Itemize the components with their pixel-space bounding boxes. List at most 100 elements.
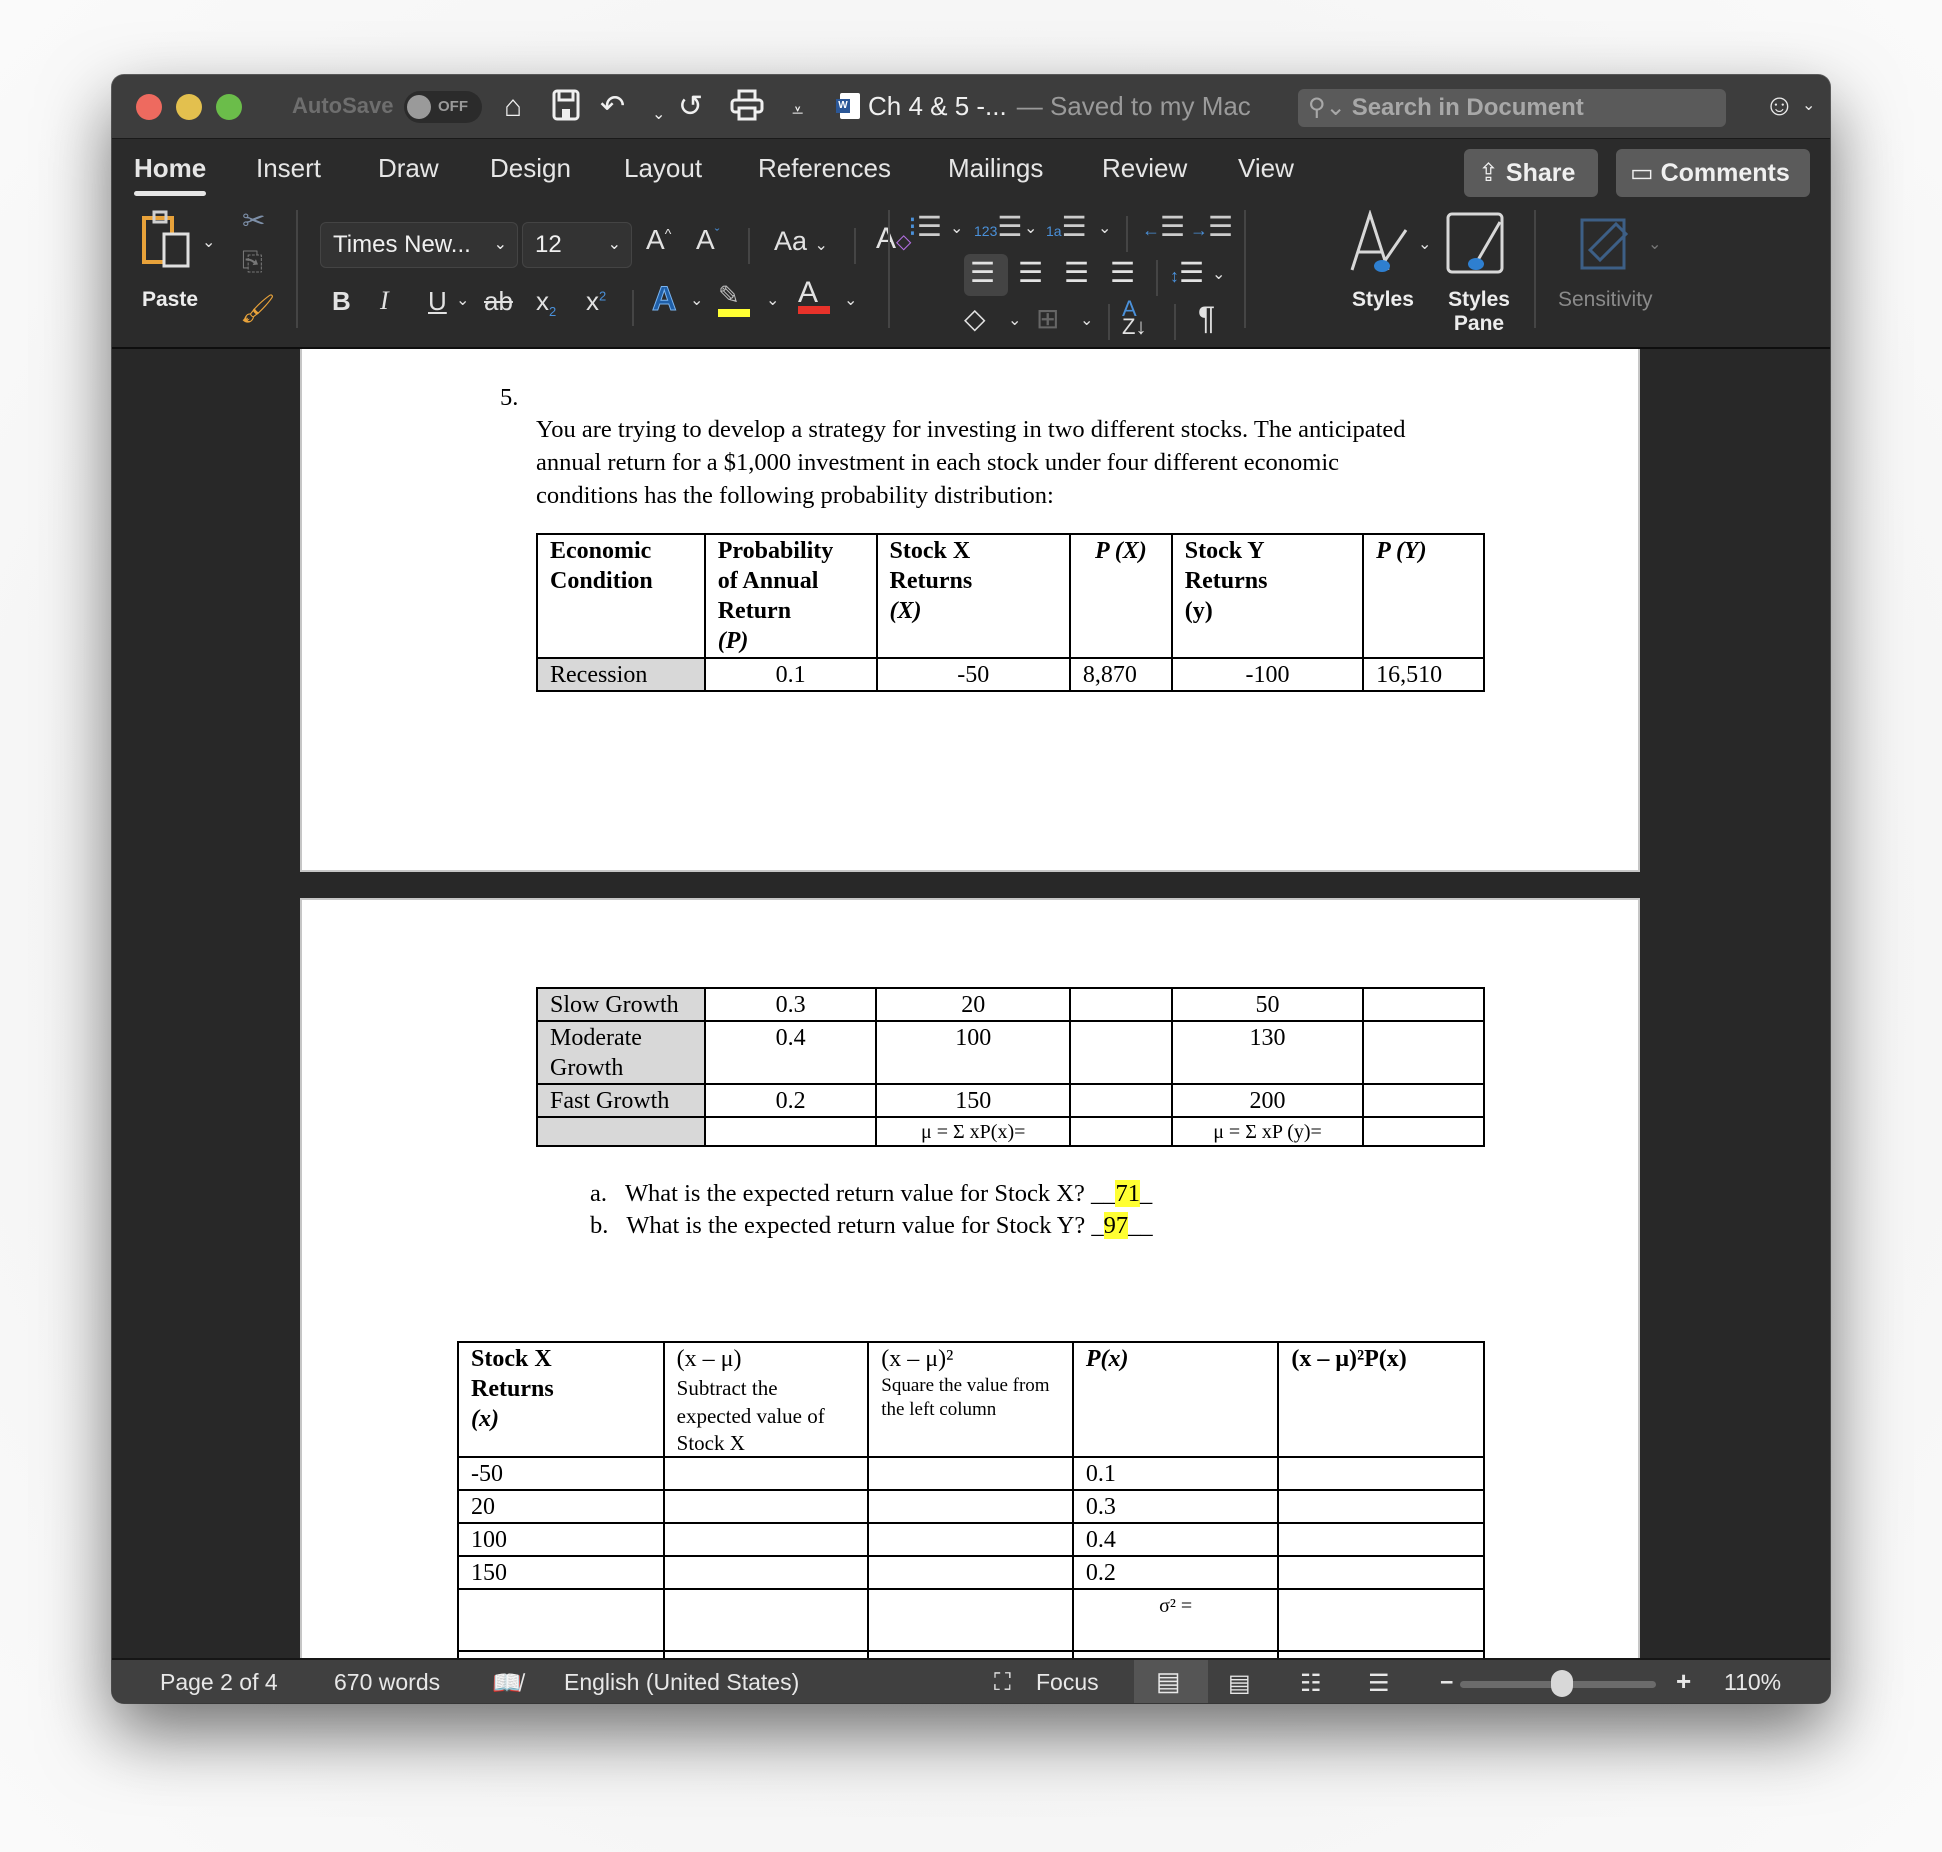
word-count[interactable]: 670 words	[334, 1669, 440, 1696]
p-y-cell[interactable]	[1362, 1083, 1485, 1118]
chevron-down-icon[interactable]: ⌄	[1802, 95, 1815, 115]
empty-cell[interactable]	[867, 1489, 1074, 1524]
chevron-down-icon[interactable]: ⌄	[766, 290, 779, 310]
answer-a[interactable]: 71	[1115, 1180, 1140, 1207]
document-canvas[interactable]: 5. You are trying to develop a strategy …	[112, 349, 1830, 1658]
cut-icon[interactable]: ✂	[242, 204, 265, 237]
shading-icon[interactable]: ◇	[964, 302, 986, 335]
print-layout-view-button[interactable]: ▤	[1134, 1660, 1208, 1703]
tab-layout[interactable]: Layout	[624, 153, 702, 184]
sigma-label[interactable]: √σ²	[1071, 1650, 1280, 1658]
stock-x-cell[interactable]: 150	[875, 1083, 1072, 1118]
customize-toolbar-icon[interactable]: ⩡	[792, 93, 803, 129]
chevron-down-icon[interactable]: ⌄	[1008, 310, 1021, 330]
empty-cell[interactable]	[662, 1456, 870, 1491]
web-layout-icon[interactable]: ▤	[1228, 1669, 1251, 1698]
p-x-cell[interactable]: 8,870	[1068, 657, 1173, 692]
empty-cell[interactable]	[1277, 1456, 1485, 1491]
empty-cell[interactable]	[662, 1588, 870, 1652]
tab-insert[interactable]: Insert	[256, 153, 321, 184]
underline-button[interactable]: U	[428, 286, 447, 317]
home-icon[interactable]: ⌂	[504, 89, 522, 125]
tab-draw[interactable]: Draw	[378, 153, 439, 184]
styles-gallery-button[interactable]	[1348, 209, 1412, 281]
underline-chevron-icon[interactable]: ⌄	[456, 290, 469, 310]
tab-view[interactable]: View	[1238, 153, 1294, 184]
draft-view-icon[interactable]: ☰	[1368, 1669, 1390, 1698]
sort-icon[interactable]: A Z↓	[1122, 298, 1146, 338]
tab-review[interactable]: Review	[1102, 153, 1187, 184]
sensitivity-button[interactable]	[1576, 210, 1640, 279]
stock-x-cell[interactable]: 20	[875, 987, 1072, 1022]
font-name-dropdown[interactable]: Times New... ⌄	[320, 222, 518, 268]
focus-button[interactable]: Focus	[1036, 1669, 1099, 1696]
condition-cell[interactable]: Moderate Growth	[536, 1020, 706, 1085]
undo-icon[interactable]: ↶	[600, 89, 625, 125]
probability-cell[interactable]: 0.2	[703, 1083, 878, 1118]
styles-pane-button[interactable]	[1446, 212, 1506, 281]
change-case-button[interactable]: Aa ⌄	[774, 226, 828, 257]
zoom-in-button[interactable]: +	[1676, 1666, 1691, 1697]
italic-button[interactable]: I	[380, 286, 389, 316]
increase-indent-icon[interactable]: →☰	[1190, 210, 1233, 243]
p-x-cell[interactable]	[1069, 1020, 1173, 1085]
zoom-level[interactable]: 110%	[1724, 1669, 1781, 1696]
print-icon[interactable]	[730, 89, 764, 130]
sigma-squared-label[interactable]: σ² =	[1071, 1588, 1280, 1652]
px-cell[interactable]: 0.4	[1071, 1522, 1280, 1557]
probability-cell[interactable]: 0.3	[703, 987, 878, 1022]
save-icon[interactable]	[552, 89, 580, 130]
share-button[interactable]: ⇪ Share	[1464, 149, 1598, 197]
strikethrough-button[interactable]: ab	[484, 286, 513, 317]
zoom-out-button[interactable]: −	[1440, 1669, 1453, 1696]
x-cell[interactable]: -50	[457, 1456, 665, 1491]
highlight-color-button[interactable]: ✎	[718, 280, 750, 317]
empty-cell[interactable]	[1277, 1650, 1485, 1658]
minimize-window-button[interactable]	[176, 94, 202, 120]
feedback-smiley-icon[interactable]: ☺	[1764, 89, 1795, 123]
chevron-down-icon[interactable]: ⌄	[1648, 234, 1661, 254]
p-y-cell[interactable]	[1362, 987, 1485, 1022]
empty-cell[interactable]	[1277, 1555, 1485, 1590]
px-cell[interactable]: 0.3	[1071, 1489, 1280, 1524]
answer-b[interactable]: 97	[1103, 1212, 1129, 1239]
chevron-down-icon[interactable]: ⌄	[1080, 310, 1093, 330]
page-count[interactable]: Page 2 of 4	[160, 1669, 278, 1696]
proofing-icon[interactable]: 📖̸	[492, 1669, 522, 1698]
empty-cell[interactable]	[1277, 1489, 1485, 1524]
chevron-down-icon[interactable]: ⌄	[1098, 218, 1111, 238]
zoom-window-button[interactable]	[216, 94, 242, 120]
empty-cell[interactable]	[457, 1650, 665, 1658]
decrease-indent-icon[interactable]: ←☰	[1142, 210, 1185, 243]
tab-mailings[interactable]: Mailings	[948, 153, 1043, 184]
focus-icon[interactable]: ⛶	[994, 1669, 1011, 1697]
stock-y-cell[interactable]: 130	[1170, 1020, 1365, 1085]
mu-y-formula[interactable]: μ = Σ xP (y)=	[1170, 1116, 1365, 1147]
superscript-button[interactable]: x2	[586, 286, 606, 317]
stock-x-cell[interactable]: 100	[875, 1020, 1072, 1085]
comments-button[interactable]: ▭ Comments	[1616, 149, 1810, 197]
x-cell[interactable]: 100	[457, 1522, 665, 1557]
p-y-cell[interactable]: 16,510	[1362, 657, 1485, 692]
justify-icon[interactable]: ☰	[1110, 256, 1135, 289]
multilevel-list-icon[interactable]: 1a☰	[1046, 210, 1087, 243]
copy-icon[interactable]: ⎘	[242, 246, 263, 278]
x-cell[interactable]: 20	[457, 1489, 665, 1524]
close-window-button[interactable]	[136, 94, 162, 120]
probability-cell[interactable]: 0.4	[703, 1020, 878, 1085]
condition-cell[interactable]: Fast Growth	[536, 1083, 706, 1118]
redo-icon[interactable]: ↺	[678, 89, 703, 125]
stock-x-cell[interactable]: -50	[875, 657, 1071, 692]
px-cell[interactable]: 0.1	[1071, 1456, 1280, 1491]
line-spacing-icon[interactable]: ↕☰	[1170, 256, 1204, 289]
chevron-down-icon[interactable]: ⌄	[690, 290, 703, 310]
undo-chevron-icon[interactable]: ⌄	[652, 97, 665, 133]
font-size-dropdown[interactable]: 12 ⌄	[522, 222, 632, 268]
p-x-cell[interactable]	[1069, 1083, 1173, 1118]
chevron-down-icon[interactable]: ⌄	[1212, 264, 1225, 284]
empty-cell[interactable]	[703, 1116, 878, 1147]
empty-cell[interactable]	[867, 1522, 1074, 1557]
numbering-icon[interactable]: 123☰	[974, 210, 1022, 243]
empty-cell[interactable]	[662, 1522, 870, 1557]
chevron-down-icon[interactable]: ⌄	[844, 290, 857, 310]
